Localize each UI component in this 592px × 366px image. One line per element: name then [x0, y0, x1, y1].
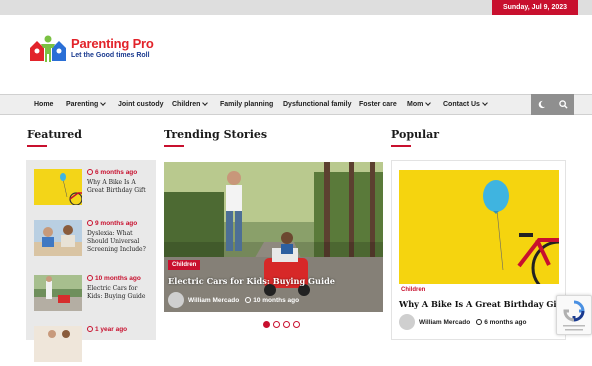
popular-title[interactable]: Why A Bike Is A Great Birthday Gift: [399, 299, 564, 309]
chevron-down-icon: [100, 100, 107, 106]
top-bar: Sunday, Jul 9, 2023: [0, 0, 592, 15]
recaptcha-badge[interactable]: [556, 295, 592, 335]
hero-title[interactable]: Electric Cars for Kids: Buying Guide: [168, 276, 335, 286]
post-time-text: 6 months ago: [484, 318, 527, 326]
clock-icon: [87, 326, 93, 332]
featured-list: 6 months ago Why A Bike Is A Great Birth…: [26, 160, 156, 362]
popular-heading: Popular: [391, 128, 440, 141]
popular-image: [399, 170, 559, 284]
chevron-down-icon: [425, 100, 432, 106]
clock-icon: [245, 296, 252, 303]
trending-hero-slide[interactable]: Children Electric Cars for Kids: Buying …: [164, 162, 383, 312]
post-time: 9 months ago: [87, 220, 137, 227]
post-title[interactable]: Why A Bike Is A Great Birthday Gift: [87, 179, 152, 195]
brand-tagline: Let the Good times Roll: [71, 52, 150, 59]
article-thumbnail[interactable]: [34, 169, 82, 205]
avatar: [399, 314, 415, 330]
article-thumbnail[interactable]: [34, 326, 82, 362]
date-badge: Sunday, Jul 9, 2023: [492, 0, 578, 15]
hero-image: [164, 162, 383, 312]
avatar: [168, 292, 184, 308]
slider-dot[interactable]: [273, 321, 280, 328]
article-thumbnail[interactable]: [34, 220, 82, 256]
list-item[interactable]: 9 months ago Dyslexia: What Should Unive…: [34, 220, 152, 260]
slider-dot[interactable]: [293, 321, 300, 328]
nav-item-family-planning[interactable]: Family planning: [220, 95, 273, 114]
nav-item-contact-us[interactable]: Contact Us: [443, 95, 488, 114]
post-time: 10 months ago: [245, 296, 300, 304]
nav-item-joint-custody[interactable]: Joint custody: [118, 95, 164, 114]
article-thumbnail[interactable]: [34, 275, 82, 311]
post-title[interactable]: Electric Cars for Kids: Buying Guide: [87, 285, 152, 301]
featured-underline: [27, 145, 47, 147]
search-icon: [559, 100, 568, 109]
nav-item-foster-care[interactable]: Foster care: [359, 95, 397, 114]
nav-label: Foster care: [359, 101, 397, 108]
post-time-text: 10 months ago: [253, 296, 300, 304]
author-name[interactable]: William Mercado: [419, 319, 470, 326]
featured-heading: Featured: [27, 128, 82, 141]
post-time: 6 months ago: [476, 318, 527, 326]
list-item[interactable]: 1 year ago: [34, 326, 152, 366]
clock-icon: [87, 275, 93, 281]
category-badge[interactable]: Children: [401, 287, 425, 293]
popular-underline: [391, 145, 411, 147]
nav-label: Mom: [407, 101, 424, 108]
moon-icon: [538, 100, 546, 109]
trending-underline: [164, 145, 184, 147]
nav-label: Joint custody: [118, 101, 164, 108]
post-time-text: 9 months ago: [95, 220, 138, 227]
clock-icon: [476, 318, 483, 325]
nav-item-dysfunctional-family[interactable]: Dysfunctional family: [283, 95, 351, 114]
nav-label: Family planning: [220, 101, 274, 108]
nav-item-mom[interactable]: Mom: [407, 95, 432, 114]
post-time-text: 10 months ago: [95, 275, 141, 282]
slider-dot[interactable]: [283, 321, 290, 328]
post-time: 6 months ago: [87, 169, 137, 176]
post-time: 1 year ago: [87, 326, 127, 333]
trending-heading: Trending Stories: [164, 128, 268, 141]
brand-name: Parenting Pro: [71, 36, 154, 51]
nav-item-parenting[interactable]: Parenting: [66, 95, 107, 114]
main-navigation: Home Parenting Joint custody Children Fa…: [0, 94, 592, 115]
clock-icon: [87, 169, 93, 175]
chevron-down-icon: [202, 100, 209, 106]
post-title[interactable]: Dyslexia: What Should Universal Screenin…: [87, 230, 152, 254]
chevron-down-icon: [482, 100, 488, 106]
popular-card[interactable]: Children Why A Bike Is A Great Birthday …: [391, 160, 566, 340]
theme-toggle-button[interactable]: [531, 94, 552, 115]
list-item[interactable]: 10 months ago Electric Cars for Kids: Bu…: [34, 275, 152, 315]
popular-byline: William Mercado 6 months ago: [399, 314, 527, 330]
nav-tools: [531, 94, 574, 115]
family-logo-icon: [30, 35, 66, 62]
hero-byline: William Mercado 10 months ago: [168, 292, 299, 308]
nav-label: Dysfunctional family: [283, 101, 352, 108]
nav-item-home[interactable]: Home: [34, 95, 53, 114]
list-item[interactable]: 6 months ago Why A Bike Is A Great Birth…: [34, 169, 152, 209]
site-logo[interactable]: Parenting Pro Let the Good times Roll: [28, 34, 168, 68]
slider-dot[interactable]: [263, 321, 270, 328]
post-time-text: 6 months ago: [95, 169, 138, 176]
category-badge[interactable]: Children: [168, 260, 201, 270]
clock-icon: [87, 220, 93, 226]
nav-label: Home: [34, 101, 54, 108]
post-time-text: 1 year ago: [95, 326, 128, 333]
nav-label: Parenting: [66, 101, 99, 108]
recaptcha-icon: [563, 300, 585, 331]
slider-pagination: [263, 321, 300, 328]
post-time: 10 months ago: [87, 275, 141, 282]
nav-item-children[interactable]: Children: [172, 95, 209, 114]
author-name[interactable]: William Mercado: [188, 297, 239, 304]
nav-label: Children: [172, 101, 201, 108]
nav-label: Contact Us: [443, 101, 480, 108]
search-button[interactable]: [553, 94, 574, 115]
